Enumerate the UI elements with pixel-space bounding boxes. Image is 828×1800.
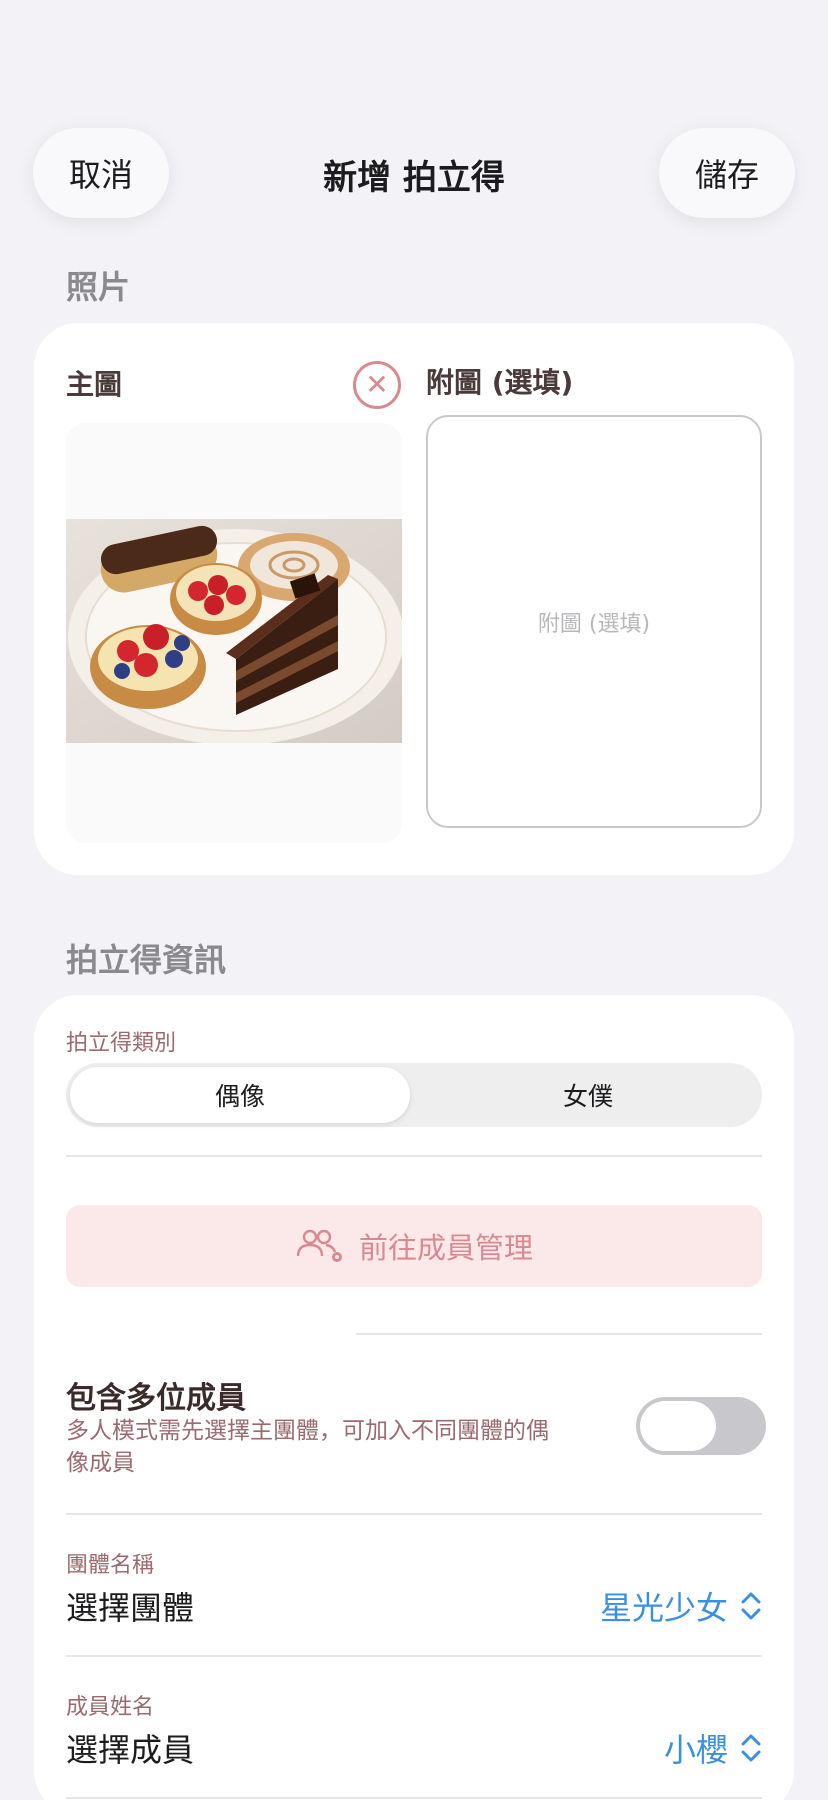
member-picker-value: 小櫻 [663,1731,728,1769]
chevron-up-down-icon [741,1592,761,1620]
people-gear-icon [296,1229,342,1262]
save-button[interactable]: 儲存 [659,128,795,218]
chevron-up-down-icon [741,1734,761,1762]
member-picker[interactable]: 小櫻 [664,1725,762,1771]
info-card: 拍立得類別 偶像 女僕 前往成員管理 包含多位成員 多人模式需先選擇主團體，可加… [34,995,794,1800]
main-photo-label: 主圖 [66,368,123,401]
divider [356,1333,762,1335]
divider [66,1155,762,1157]
category-option-idol[interactable]: 偶像 [70,1067,410,1123]
member-caption: 成員姓名 [66,1695,155,1720]
group-picker[interactable]: 星光少女 [600,1583,762,1629]
toggle-knob [640,1401,716,1451]
close-icon: ✕ [365,368,389,401]
multi-member-toggle[interactable] [636,1397,766,1455]
photos-card: 主圖 ✕ 附圖 (選填) 附圖 (選填) [34,323,794,875]
remove-main-photo-button[interactable]: ✕ [353,361,401,409]
dessert-photo [66,519,402,743]
group-caption: 團體名稱 [66,1553,155,1578]
group-picker-label: 選擇團體 [66,1589,195,1627]
category-caption: 拍立得類別 [66,1031,177,1056]
category-segmented-control: 偶像 女僕 [66,1063,762,1127]
member-picker-label: 選擇成員 [66,1731,195,1769]
sub-photo-label: 附圖 (選填) [426,366,574,399]
add-polaroid-screen: 取消 新增 拍立得 儲存 照片 主圖 ✕ 附圖 (選填) 附圖 (選填) 拍立得… [0,0,828,1800]
divider [66,1513,762,1515]
group-picker-value: 星光少女 [599,1589,728,1627]
category-option-maid[interactable]: 女僕 [418,1067,758,1123]
divider [66,1655,762,1657]
multi-member-title: 包含多位成員 [66,1381,246,1416]
main-photo-slot[interactable] [66,423,402,843]
member-management-label: 前往成員管理 [358,1231,533,1265]
sub-photo-placeholder: 附圖 (選填) [537,611,651,637]
multi-member-description: 多人模式需先選擇主團體，可加入不同團體的偶像成員 [66,1418,549,1476]
member-management-button[interactable]: 前往成員管理 [66,1205,762,1287]
info-section-header: 拍立得資訊 [66,941,227,979]
divider [66,1797,762,1799]
sub-photo-slot[interactable]: 附圖 (選填) [426,415,762,828]
photos-section-header: 照片 [66,268,131,306]
